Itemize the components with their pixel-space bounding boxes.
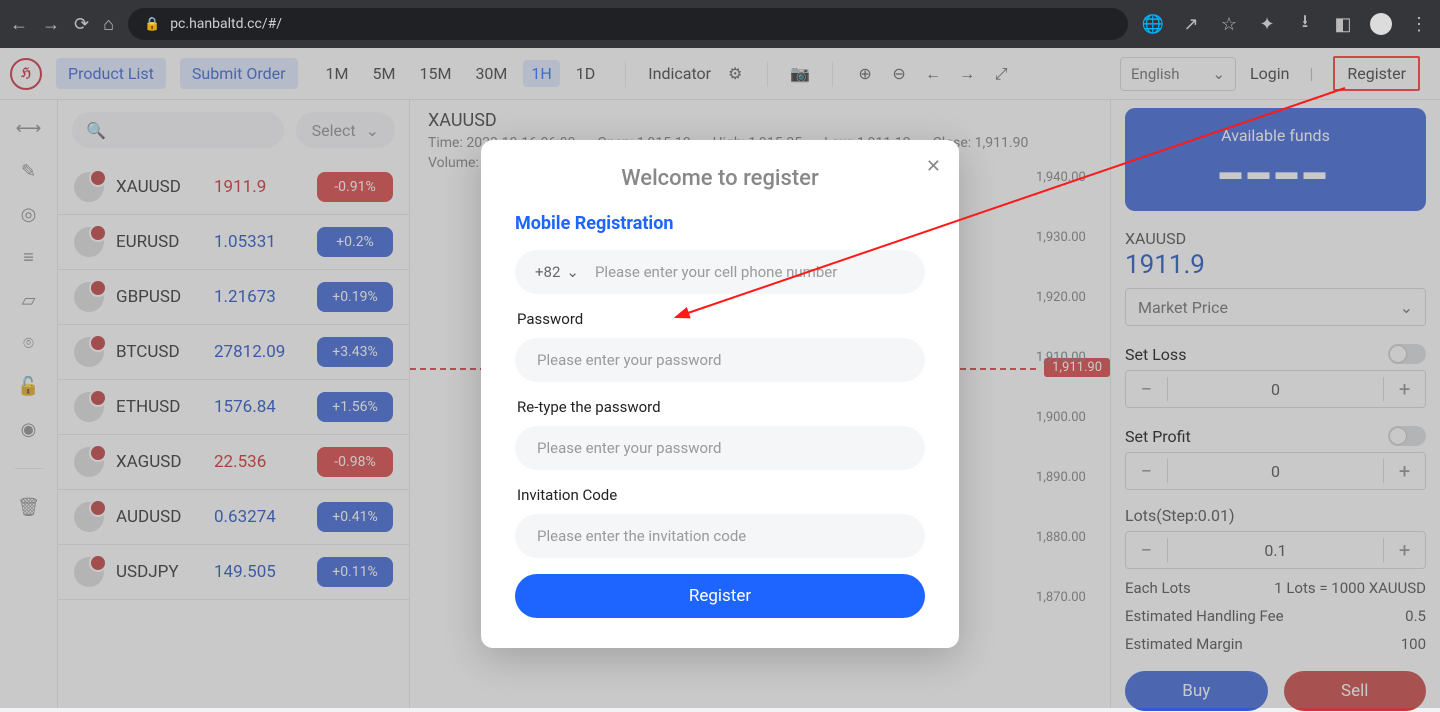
kebab-menu-icon[interactable]: ⋮ [1408,13,1430,35]
modal-title: Welcome to register [515,166,925,191]
app-root: ℌ Product List Submit Order 1M5M15M30M1H… [0,48,1440,708]
password-label: Password [517,310,925,328]
browser-toolbar: ← → ⟳ ⌂ 🔒 pc.hanbaltd.cc/#/ 🌐 ↗ ☆ ✦ ⭳ ◧ … [0,0,1440,48]
extensions-icon[interactable]: ✦ [1256,13,1278,35]
profile-avatar[interactable] [1370,13,1392,35]
phone-field-wrap: +82 ⌄ [515,250,925,294]
nav-home-icon[interactable]: ⌂ [103,13,114,35]
modal-heading: Mobile Registration [515,213,925,234]
invite-label: Invitation Code [517,486,925,504]
password-confirm-input[interactable] [535,438,905,458]
lock-icon: 🔒 [144,17,160,32]
register-modal: ✕ Welcome to register Mobile Registratio… [481,140,959,648]
nav-forward-icon[interactable]: → [42,13,60,35]
register-submit-button[interactable]: Register [515,574,925,618]
address-bar[interactable]: 🔒 pc.hanbaltd.cc/#/ [128,8,1128,40]
country-code-select[interactable]: +82 ⌄ [535,263,579,281]
star-icon[interactable]: ☆ [1218,13,1240,35]
password2-label: Re-type the password [517,398,925,416]
nav-back-icon[interactable]: ← [10,13,28,35]
password-input[interactable] [535,350,905,370]
invite-code-input[interactable] [535,526,905,546]
chevron-down-icon: ⌄ [566,263,579,281]
phone-input[interactable] [593,262,905,282]
url-text: pc.hanbaltd.cc/#/ [170,16,282,32]
share-icon[interactable]: ↗ [1180,13,1202,35]
translate-icon[interactable]: 🌐 [1142,13,1164,35]
download-icon[interactable]: ⭳ [1294,13,1316,35]
panel-icon[interactable]: ◧ [1332,13,1354,35]
close-icon[interactable]: ✕ [926,156,941,177]
nav-reload-icon[interactable]: ⟳ [74,13,89,35]
